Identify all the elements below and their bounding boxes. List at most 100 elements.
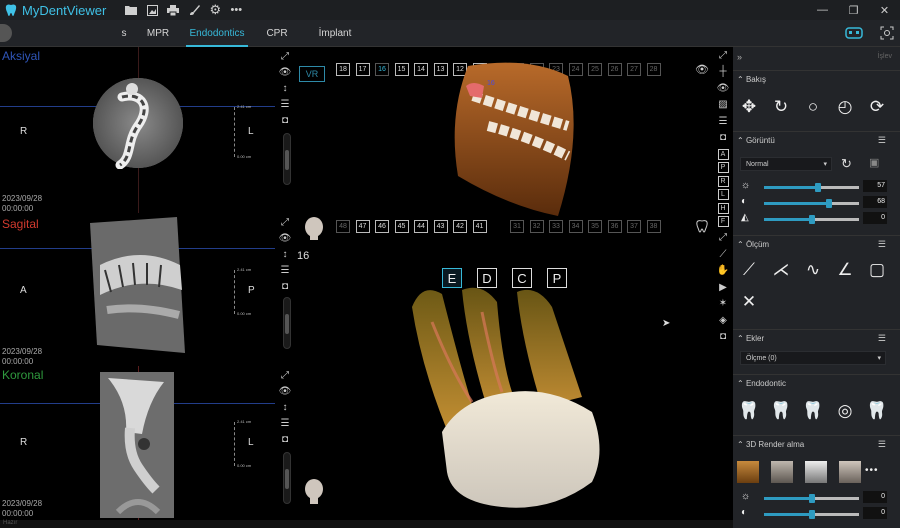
image-export-icon[interactable] xyxy=(143,1,161,19)
render-preset-white[interactable] xyxy=(805,461,827,483)
list-order-icon[interactable]: ☰ xyxy=(276,262,294,278)
slider-track[interactable] xyxy=(764,183,859,192)
slider-knob[interactable] xyxy=(808,215,815,224)
expand-icon[interactable]: ⤢ xyxy=(276,367,294,383)
tooth-roots-icon[interactable]: 🦷 xyxy=(797,394,829,428)
section-header[interactable]: ⌃ Ölçüm ☰ xyxy=(733,235,900,253)
head-orientation-icon-lower[interactable] xyxy=(303,478,325,509)
tooth-number-37[interactable]: 37 xyxy=(627,220,641,233)
coronal-panel[interactable]: Koronal R L 2.41 cm 0.00 cm 2023/09/28 00… xyxy=(0,366,275,520)
section-header[interactable]: ⌃ 3D Render alma ☰ xyxy=(733,435,900,453)
menu-icon[interactable]: ☰ xyxy=(878,439,886,450)
section-header[interactable]: ⌃ Ekler ☰ xyxy=(733,329,900,347)
view-h-icon[interactable]: H xyxy=(717,202,729,214)
eye-icon[interactable]: 👁 xyxy=(276,64,294,80)
eye-icon[interactable]: 👁 xyxy=(714,80,732,97)
rotate-icon[interactable]: ↻ xyxy=(765,90,797,124)
line-measure-icon[interactable]: ⟋ xyxy=(733,253,765,287)
tooth-number-47[interactable]: 47 xyxy=(355,220,370,233)
gear-icon[interactable]: ⚙ xyxy=(206,1,224,19)
angle-icon[interactable]: ∠ xyxy=(829,253,861,287)
axial-scrollbar[interactable] xyxy=(283,133,291,185)
slider-knob[interactable] xyxy=(815,183,822,192)
collapse-sidebar-icon[interactable]: » xyxy=(737,52,742,62)
camera-icon[interactable]: ◘ xyxy=(714,130,732,147)
slider-value[interactable]: 0 xyxy=(863,491,887,503)
crosshair-icon[interactable]: ┼ xyxy=(714,64,732,81)
section-header[interactable]: ⌃ Bakış xyxy=(733,70,900,88)
tooth-active-icon[interactable]: 🦷 xyxy=(861,394,893,428)
reset-icon[interactable]: ↻ xyxy=(841,156,852,172)
render-mode-select[interactable]: Normal ▾ xyxy=(740,157,832,171)
tooth-number-14[interactable]: 14 xyxy=(414,63,428,76)
view-a-icon[interactable]: A xyxy=(717,148,729,160)
print-icon[interactable] xyxy=(164,1,182,19)
tab-mpr[interactable]: MPR xyxy=(142,20,174,47)
tooth-number-43[interactable]: 43 xyxy=(433,220,448,233)
slider-value[interactable]: 0 xyxy=(863,212,887,224)
head-orientation-icon[interactable] xyxy=(303,216,325,245)
annotation-select[interactable]: Ölçme (0) ▾ xyxy=(740,351,886,365)
cross-measure-icon[interactable]: ✕ xyxy=(733,287,765,317)
minimize-icon[interactable]: — xyxy=(807,0,838,20)
axial-panel[interactable]: Aksiyal R L 2.41 cm 0.00 cm 2023/09/28 00… xyxy=(0,47,275,213)
tooth-number-26[interactable]: 26 xyxy=(607,63,622,76)
camera-icon[interactable]: ◘ xyxy=(276,278,294,294)
menu-icon[interactable]: ☰ xyxy=(878,239,886,250)
slider-value[interactable]: 0 xyxy=(863,507,887,519)
more-icon[interactable]: ••• xyxy=(227,1,245,19)
tab-cpr[interactable]: CPR xyxy=(262,20,292,47)
expand-icon[interactable]: ⤢ xyxy=(714,47,732,64)
slider-knob[interactable] xyxy=(808,494,815,503)
expand-icon[interactable]: ⤢ xyxy=(276,48,294,64)
tooth-number-48[interactable]: 48 xyxy=(336,220,350,233)
clock-reset-icon[interactable]: ◴ xyxy=(829,90,861,124)
list-order-icon[interactable]: ☰ xyxy=(276,96,294,112)
camera-icon[interactable]: ◘ xyxy=(276,112,294,128)
eye-icon[interactable]: 👁 xyxy=(276,230,294,246)
render-preset-bone[interactable] xyxy=(737,461,759,483)
camera-icon[interactable]: ◘ xyxy=(276,431,294,447)
view-r-icon[interactable]: R xyxy=(717,175,729,187)
tooth-number-36[interactable]: 36 xyxy=(607,220,622,233)
list-order-icon[interactable]: ☰ xyxy=(276,415,294,431)
tooth-number-15[interactable]: 15 xyxy=(394,63,409,76)
save-icon[interactable]: ▣ xyxy=(869,156,879,169)
tooth-number-45[interactable]: 45 xyxy=(394,220,409,233)
tab-truncated[interactable]: s xyxy=(118,20,130,47)
slider-track[interactable] xyxy=(764,510,859,519)
slider-track[interactable] xyxy=(764,215,859,224)
hatch-icon[interactable]: ▨ xyxy=(714,97,732,114)
coronal-scrollbar[interactable] xyxy=(283,452,291,504)
tooth-outline-icon[interactable]: 🦷 xyxy=(765,394,797,428)
tooth-number-34[interactable]: 34 xyxy=(568,220,583,233)
tooth-number-13[interactable]: 13 xyxy=(433,63,448,76)
section-header[interactable]: ⌃ Endodontic xyxy=(733,374,900,392)
slice-thickness-icon[interactable]: ↕ xyxy=(276,80,294,96)
view-f-icon[interactable]: F xyxy=(717,216,729,227)
slider-knob[interactable] xyxy=(825,199,832,208)
more-presets-button[interactable]: ••• xyxy=(865,465,879,476)
tooth-number-17[interactable]: 17 xyxy=(355,63,370,76)
refresh-icon[interactable]: ⟳ xyxy=(861,90,893,124)
vr-mode-button[interactable]: VR xyxy=(299,66,325,82)
light-icon[interactable]: ✶ xyxy=(714,296,732,313)
tooth-canal-icon[interactable]: 🦷 xyxy=(733,394,765,428)
close-icon[interactable]: ✕ xyxy=(869,0,900,20)
folder-icon[interactable] xyxy=(122,1,140,19)
menu-icon[interactable]: ☰ xyxy=(878,333,886,344)
rectangle-icon[interactable]: ▢ xyxy=(861,253,893,287)
render-preset-skin[interactable] xyxy=(771,461,793,483)
tooth-number-38[interactable]: 38 xyxy=(646,220,661,233)
vr-goggles-icon[interactable] xyxy=(844,24,864,42)
diamond-icon[interactable]: ◈ xyxy=(714,312,732,329)
slider-knob[interactable] xyxy=(808,510,815,519)
slider-value[interactable]: 68 xyxy=(863,196,887,208)
tooth-number-41[interactable]: 41 xyxy=(472,220,487,233)
tab-implant[interactable]: İmplant xyxy=(312,20,358,47)
tooth-number-28[interactable]: 28 xyxy=(646,63,661,76)
maximize-icon[interactable]: ❐ xyxy=(838,0,869,20)
view-l-icon[interactable]: L xyxy=(717,189,729,200)
slice-thickness-icon[interactable]: ↕ xyxy=(276,246,294,262)
slider-track[interactable] xyxy=(764,199,859,208)
